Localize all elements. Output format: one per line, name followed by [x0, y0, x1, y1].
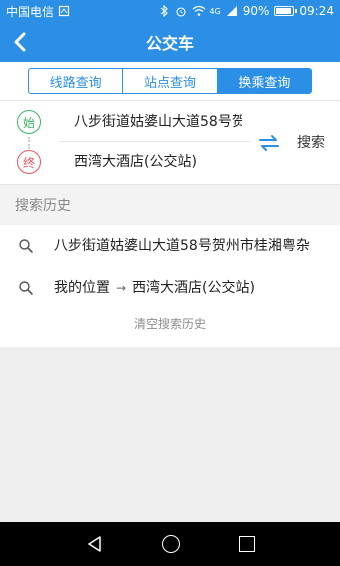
end-location-field[interactable]: 西湾大酒店(公交站): [74, 151, 242, 171]
triangle-back-icon[interactable]: [86, 535, 104, 553]
wifi-icon: [192, 5, 206, 17]
search-button[interactable]: 搜索: [297, 132, 325, 152]
chevron-left-icon: [14, 32, 26, 52]
magnifier-icon: [18, 280, 34, 296]
tabs-container: 线路查询 站点查询 换乘查询: [0, 62, 340, 100]
history-to: 西湾大酒店(公交站): [132, 280, 255, 296]
circle-home-icon[interactable]: [162, 535, 180, 553]
arrow-right-icon: →: [116, 281, 127, 295]
battery-icon: [274, 6, 298, 16]
battery-percent: 90%: [242, 4, 270, 18]
history-item-text: 八步街道姑婆山大道58号贺州市桂湘粤杂: [54, 238, 310, 254]
app-header: 公交车: [0, 22, 340, 62]
history-title: 搜索历史: [0, 185, 340, 225]
divider: [60, 141, 250, 142]
tab-stop-query[interactable]: 站点查询: [123, 69, 218, 93]
start-badge: 始: [17, 110, 41, 134]
swap-arrows-icon[interactable]: [258, 134, 280, 152]
alarm-icon: [175, 5, 187, 17]
magnifier-icon: [18, 238, 34, 254]
square-recent-icon[interactable]: [239, 536, 255, 552]
route-connector: [28, 137, 30, 149]
system-nav-bar: [0, 522, 340, 566]
history-from: 我的位置: [54, 280, 110, 296]
route-panel: 始 终 八步街道姑婆山大道58号贺 西湾大酒店(公交站) 搜索: [0, 100, 340, 185]
history-item[interactable]: 我的位置 → 西湾大酒店(公交站): [0, 269, 340, 305]
clock: 09:24: [299, 4, 334, 18]
network-label: 4G: [209, 6, 221, 16]
start-location-field[interactable]: 八步街道姑婆山大道58号贺: [74, 111, 242, 131]
end-badge: 终: [17, 150, 41, 174]
back-button[interactable]: [6, 28, 34, 56]
clear-history-button[interactable]: 清空搜索历史: [0, 315, 340, 332]
bluetooth-icon: [158, 4, 170, 18]
segmented-tabs: 线路查询 站点查询 换乘查询: [28, 68, 312, 94]
tab-line-query[interactable]: 线路查询: [29, 69, 124, 93]
history-item[interactable]: 八步街道姑婆山大道58号贺州市桂湘粤杂: [0, 227, 340, 263]
search-history: 八步街道姑婆山大道58号贺州市桂湘粤杂 我的位置 → 西湾大酒店(公交站) 清空搜索…: [0, 225, 340, 347]
history-item-route: 我的位置 → 西湾大酒店(公交站): [54, 277, 324, 297]
page-title: 公交车: [145, 34, 194, 53]
signal-icon: [226, 5, 238, 17]
sim-icon: [58, 5, 70, 17]
carrier-label: 中国电信: [6, 4, 55, 19]
status-bar: 中国电信 4G 90% 09:24: [0, 0, 340, 22]
tab-transfer-query[interactable]: 换乘查询: [217, 69, 311, 93]
